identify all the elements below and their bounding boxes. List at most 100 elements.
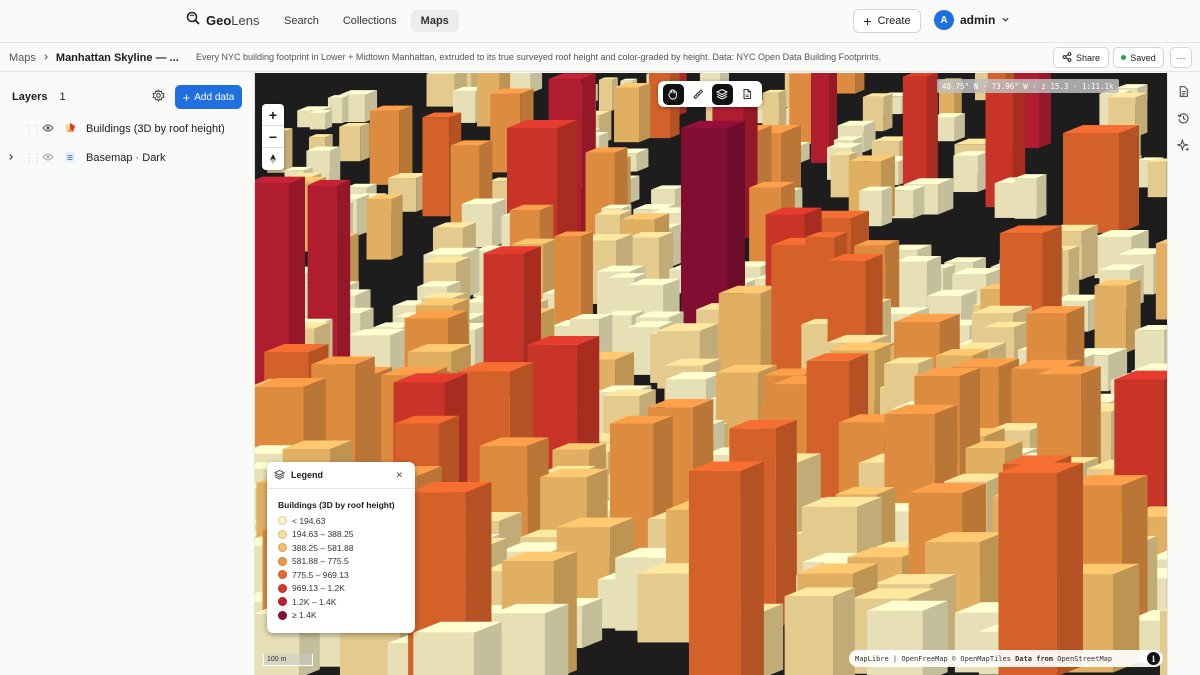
legend-item: 775.5 – 969.13 — [278, 568, 415, 582]
saved-status-dot — [1121, 55, 1127, 60]
layers-icon — [273, 469, 286, 482]
layers-header: Layers 1 — [12, 91, 66, 103]
breadcrumb: Maps Manhattan Skyline — ... — [9, 52, 179, 64]
map-toolbar — [658, 81, 762, 107]
share-label: Share — [1075, 52, 1101, 63]
map-title: Manhattan Skyline — ... — [55, 52, 179, 64]
layer-item-buildings[interactable]: ⋮⋮ Buildings (3D by roof height) — [0, 119, 255, 139]
user-menu[interactable]: A admin — [934, 10, 1010, 30]
legend-swatch — [278, 610, 287, 620]
building-extrusion — [1159, 608, 1167, 675]
layers-title: Layers — [12, 91, 48, 103]
hand-icon — [668, 89, 678, 100]
nav-maps[interactable]: Maps — [410, 10, 459, 32]
map-canvas[interactable]: + − 40.75° N · 73.96° W · z 15.3 · 1:11.… — [255, 73, 1167, 675]
legend-label: 194.63 – 388.25 — [292, 529, 354, 540]
legend-swatch — [278, 570, 287, 580]
legend-layer-title: Buildings (3D by roof height) — [278, 500, 395, 510]
chevron-down-icon — [1001, 13, 1010, 27]
drag-handle-icon[interactable]: ⋮⋮ — [24, 153, 42, 164]
share-icon — [1062, 51, 1072, 64]
legend-label: ≥ 1.4K — [292, 610, 317, 621]
fill-layer-icon — [64, 122, 76, 137]
layer-name: Buildings (3D by roof height) — [86, 123, 225, 135]
legend-swatch — [278, 597, 287, 607]
legend-item: 581.88 – 775.5 — [278, 555, 415, 569]
attribution-text[interactable]: MapLibre | OpenFreeMap © OpenMapTiles — [855, 655, 1015, 663]
main-nav: Search Collections Maps — [274, 10, 459, 32]
legend-item: 388.25 – 581.88 — [278, 541, 415, 555]
measure-tool-button[interactable] — [687, 84, 708, 105]
chevron-right-icon[interactable] — [7, 153, 15, 164]
right-toolbar — [1167, 73, 1200, 675]
building-extrusion — [369, 105, 413, 185]
create-button[interactable]: + Create — [853, 9, 921, 33]
nav-search[interactable]: Search — [274, 10, 329, 32]
legend-label: 775.5 – 969.13 — [292, 569, 349, 580]
nav-collections[interactable]: Collections — [333, 10, 407, 32]
breadcrumb-root[interactable]: Maps — [9, 52, 36, 64]
plus-icon: + — [863, 13, 872, 29]
compass-button[interactable] — [262, 148, 284, 170]
share-button[interactable]: Share — [1053, 47, 1109, 68]
legend-swatch — [278, 529, 287, 539]
layers-tool-button[interactable] — [711, 83, 733, 105]
legend-title: Legend — [291, 470, 324, 480]
map-header-bar: Maps Manhattan Skyline — ... Every NYC b… — [0, 43, 1200, 72]
add-data-label: Add data — [194, 91, 235, 103]
layers-icon — [716, 88, 729, 100]
building-extrusion — [614, 82, 651, 143]
legend-item: ≥ 1.4K — [278, 609, 415, 623]
building-extrusion — [953, 151, 989, 193]
chevron-right-icon — [42, 52, 50, 64]
sparkle-icon[interactable] — [1175, 138, 1190, 157]
eye-icon[interactable] — [42, 152, 54, 165]
building-extrusion — [339, 122, 370, 162]
legend-label: 388.25 – 581.88 — [292, 542, 354, 553]
add-data-button[interactable]: + Add data — [175, 85, 242, 109]
coordinate-readout: 40.75° N · 73.96° W · z 15.3 · 1:11.1k — [937, 79, 1119, 93]
legend-label: 581.88 – 775.5 — [292, 556, 349, 567]
user-name: admin — [960, 13, 996, 27]
map-description: Every NYC building footprint in Lower + … — [196, 52, 882, 62]
layer-item-basemap[interactable]: ⋮⋮ Basemap · Dark — [0, 148, 255, 168]
more-options-button[interactable]: ··· — [1170, 47, 1192, 68]
legend-swatch — [278, 583, 287, 593]
legend-panel: Legend ✕ Buildings (3D by roof height) <… — [267, 462, 415, 633]
building-extrusion — [784, 587, 855, 675]
legend-label: < 194.63 — [292, 515, 326, 526]
building-extrusion — [1094, 279, 1141, 353]
legend-label: 969.13 – 1.2K — [292, 583, 345, 594]
history-icon[interactable] — [1177, 112, 1190, 130]
drag-handle-icon[interactable]: ⋮⋮ — [24, 124, 42, 135]
gear-icon[interactable] — [152, 88, 165, 107]
basemap-grid-icon — [64, 151, 76, 166]
legend-item: 969.13 – 1.2K — [278, 582, 415, 596]
saved-button[interactable]: Saved — [1113, 47, 1164, 68]
export-tool-button[interactable] — [736, 84, 757, 105]
legend-item: 1.2K – 1.4K — [278, 595, 415, 609]
attribution-osm-link[interactable]: OpenStreetMap — [1053, 655, 1112, 663]
brand-name: GeoLens — [206, 13, 260, 28]
top-bar: GeoLens Search Collections Maps + Create… — [0, 0, 1200, 43]
building-extrusion — [366, 194, 403, 260]
plus-icon: + — [182, 89, 191, 105]
document-icon[interactable] — [1177, 85, 1190, 103]
zoom-controls: + − — [262, 104, 284, 170]
building-extrusion — [1147, 158, 1167, 198]
scale-bar: 100 m — [263, 654, 313, 666]
info-icon[interactable]: i — [1147, 652, 1160, 665]
legend-swatch — [278, 516, 287, 526]
map-attribution: MapLibre | OpenFreeMap © OpenMapTiles Da… — [849, 650, 1163, 667]
zoom-in-button[interactable]: + — [262, 104, 284, 126]
building-extrusion — [834, 73, 865, 94]
eye-icon[interactable] — [42, 123, 54, 136]
building-extrusion — [492, 603, 569, 675]
building-extrusion — [1134, 324, 1167, 371]
close-icon[interactable]: ✕ — [395, 470, 403, 481]
zoom-out-button[interactable]: − — [262, 126, 284, 148]
building-extrusion — [998, 462, 1083, 675]
pan-tool-button[interactable] — [662, 83, 684, 105]
layers-panel: Layers 1 + Add data ⋮⋮ Buildings (3D by … — [0, 73, 255, 675]
brand[interactable]: GeoLens — [186, 11, 260, 30]
